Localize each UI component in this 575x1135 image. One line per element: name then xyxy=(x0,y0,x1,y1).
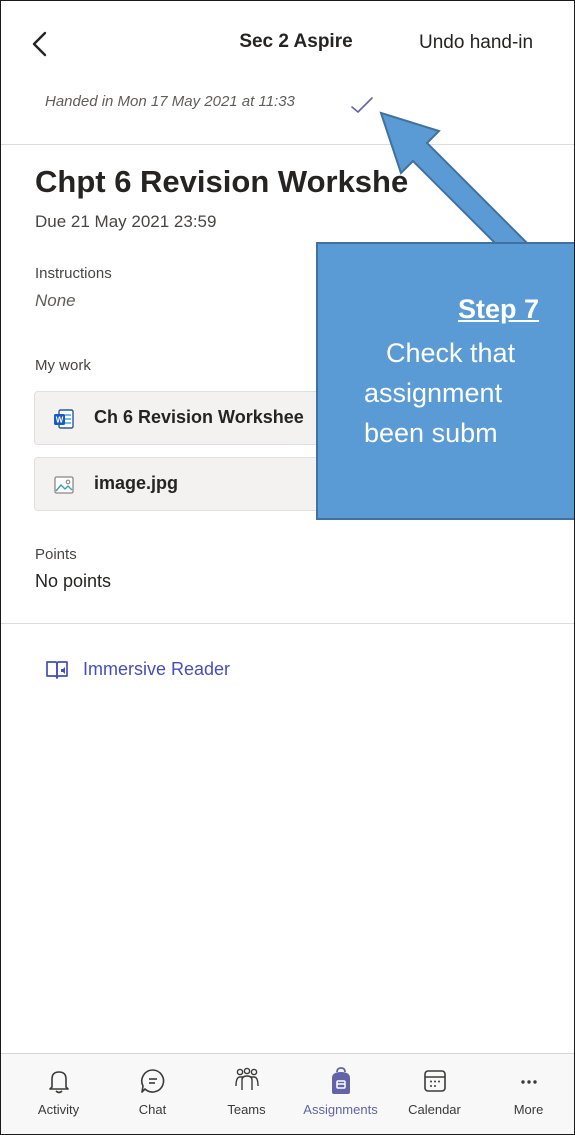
tab-teams[interactable]: Teams xyxy=(199,1054,294,1134)
tab-label: More xyxy=(513,1102,544,1117)
chat-icon xyxy=(141,1069,165,1093)
teams-icon xyxy=(235,1067,259,1090)
tab-chat[interactable]: Chat xyxy=(105,1054,200,1134)
screen: Sec 2 Aspire Undo hand-in Handed in Mon … xyxy=(0,0,575,1135)
assignment-title: Chpt 6 Revision Workshe xyxy=(35,164,409,199)
tab-assignments[interactable]: Assignments xyxy=(293,1054,388,1134)
tab-activity[interactable]: Activity xyxy=(11,1054,106,1134)
tab-more[interactable]: More xyxy=(481,1054,574,1134)
tab-label: Assignments xyxy=(303,1102,378,1117)
calendar-icon xyxy=(424,1070,446,1092)
callout-step: Step 7 xyxy=(458,294,540,324)
section-divider xyxy=(1,623,574,624)
tab-calendar[interactable]: Calendar xyxy=(387,1054,482,1134)
backpack-icon xyxy=(332,1067,350,1094)
file-card-worksheet[interactable]: W Ch 6 Revision Workshee xyxy=(34,391,336,445)
file-name: Ch 6 Revision Workshee xyxy=(94,407,304,427)
annotation-arrow-icon xyxy=(379,111,532,246)
undo-hand-in-button[interactable]: Undo hand-in xyxy=(419,32,533,54)
file-card-image[interactable]: image.jpg xyxy=(34,457,336,511)
bell-icon xyxy=(49,1071,69,1094)
bottom-tab-bar: Activity Chat Teams Assignments Calendar… xyxy=(1,1053,574,1134)
callout-line: assignment xyxy=(364,378,503,408)
svg-text:W: W xyxy=(56,416,64,425)
handed-in-status: Handed in Mon 17 May 2021 at 11:33 xyxy=(45,93,295,110)
tab-label: Calendar xyxy=(408,1102,461,1117)
tab-label: Chat xyxy=(138,1102,167,1117)
tab-label: Activity xyxy=(37,1102,80,1117)
instruction-callout: Step 7 Check that assignment been subm xyxy=(316,242,574,520)
instructions-label: Instructions xyxy=(35,265,112,282)
more-icon xyxy=(521,1080,537,1084)
callout-line: Check that xyxy=(386,338,516,368)
file-name: image.jpg xyxy=(94,473,179,493)
instructions-value: None xyxy=(35,291,76,310)
points-label: Points xyxy=(35,546,77,563)
tab-label: Teams xyxy=(227,1102,266,1117)
points-value: No points xyxy=(35,571,112,591)
image-file-icon xyxy=(54,476,74,494)
word-doc-icon: W xyxy=(54,409,74,429)
due-date: Due 21 May 2021 23:59 xyxy=(35,212,217,231)
immersive-reader-label: Immersive Reader xyxy=(83,659,231,679)
my-work-label: My work xyxy=(35,357,91,374)
immersive-reader-icon xyxy=(46,661,68,679)
callout-line: been subm xyxy=(364,418,498,448)
